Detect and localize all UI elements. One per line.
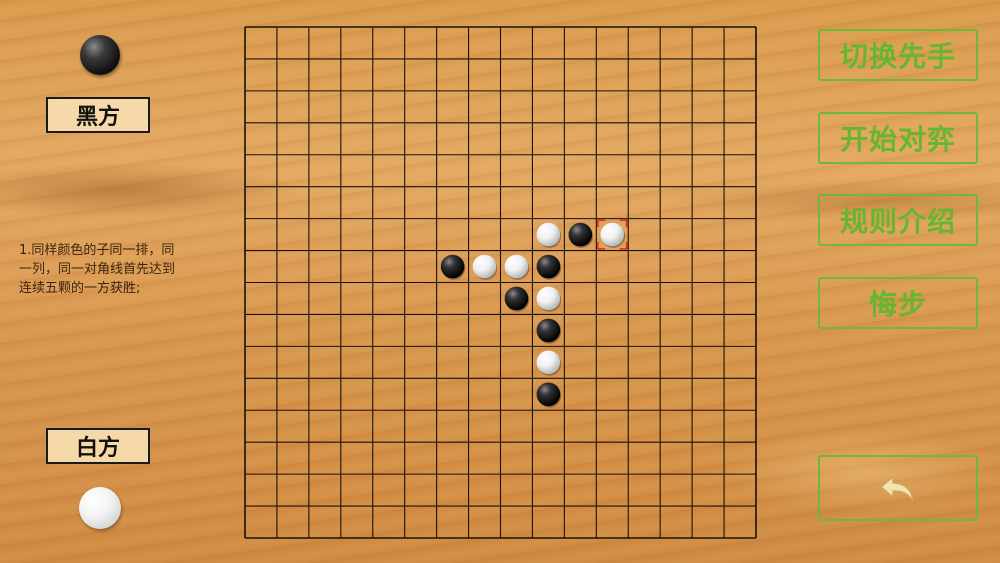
black-stone [536, 254, 561, 279]
black-stone [440, 254, 465, 279]
white-player-label: 白方 [46, 428, 150, 464]
black-stone [536, 382, 561, 407]
board-grid[interactable] [244, 26, 757, 539]
rules-intro-button[interactable]: 规则介绍 [818, 194, 978, 246]
black-player-stone [80, 35, 120, 75]
black-player-label: 黑方 [46, 97, 150, 133]
white-stone [504, 254, 529, 279]
switch-first-move-button[interactable]: 切换先手 [818, 29, 978, 81]
back-button[interactable] [818, 455, 978, 521]
white-stone [536, 350, 561, 375]
black-stone [536, 318, 561, 343]
black-stone [504, 286, 529, 311]
gomoku-board[interactable] [244, 26, 757, 539]
undo-arrow-icon [880, 476, 914, 502]
rules-text: 1.同样颜色的子同一排，同一列，同一对角线首先达到连续五颗的一方获胜; [19, 243, 176, 296]
white-stone [600, 222, 625, 247]
white-stone [536, 222, 561, 247]
start-game-button[interactable]: 开始对弈 [818, 112, 978, 164]
undo-move-button[interactable]: 悔步 [818, 277, 978, 329]
white-stone [472, 254, 497, 279]
white-stone [536, 286, 561, 311]
black-stone [568, 222, 593, 247]
white-player-stone [79, 487, 121, 529]
